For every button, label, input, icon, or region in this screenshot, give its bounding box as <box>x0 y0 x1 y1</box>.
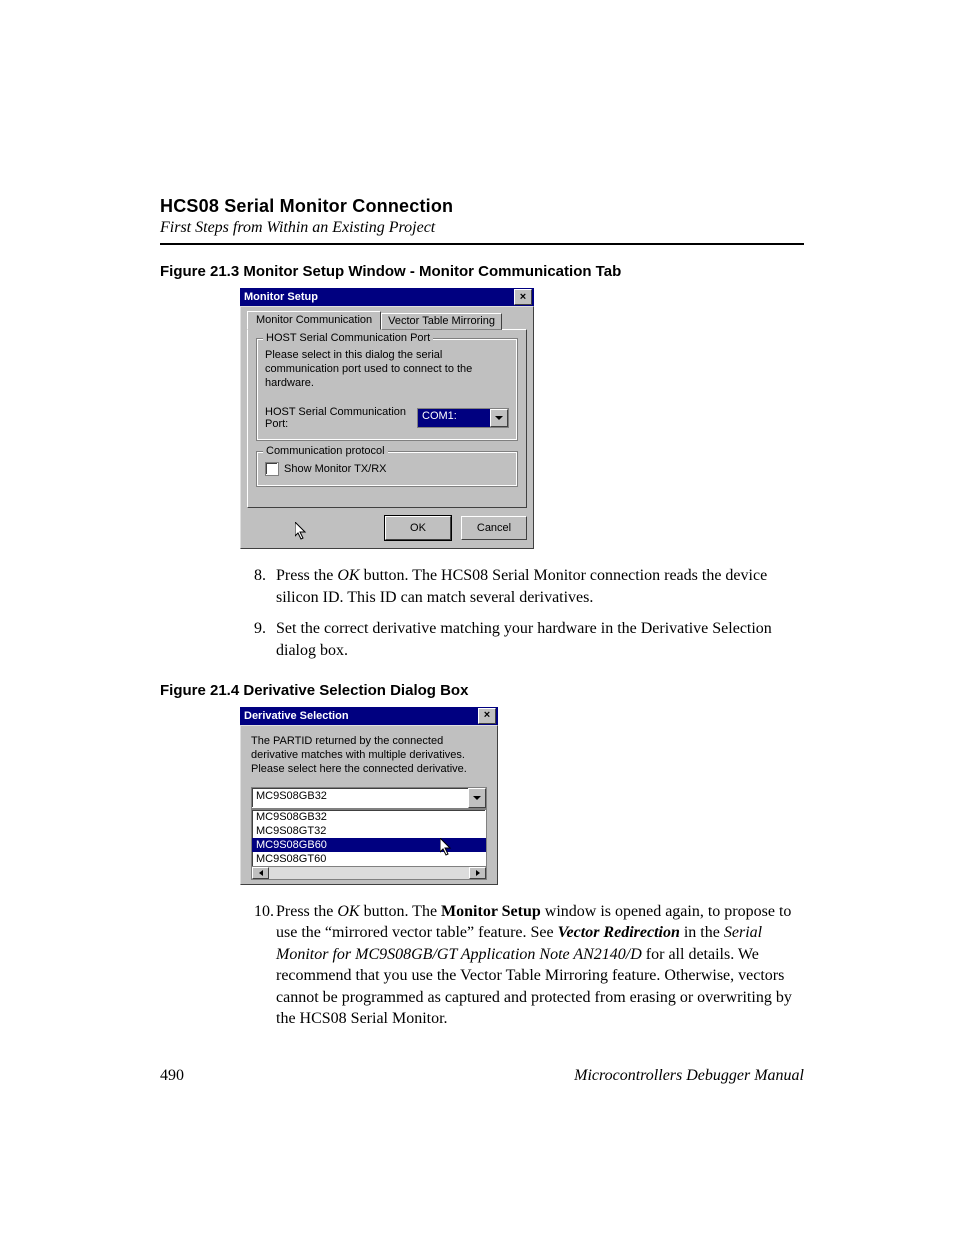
text-fragment: button. The <box>360 903 441 920</box>
tab-strip: Monitor Communication Vector Table Mirro… <box>247 311 527 330</box>
group-host-port: HOST Serial Communication Port Please se… <box>256 338 518 441</box>
dialog-titlebar: Derivative Selection × <box>240 707 498 725</box>
figure-21-3: Monitor Setup × Monitor Communication Ve… <box>240 288 804 549</box>
step-text: Press the OK button. The HCS08 Serial Mo… <box>276 565 804 608</box>
list-item: 10. Press the OK button. The Monitor Set… <box>254 901 804 1031</box>
group-communication-protocol: Communication protocol Show Monitor TX/R… <box>256 451 518 487</box>
document-page: HCS08 Serial Monitor Connection First St… <box>0 0 954 1235</box>
ok-button[interactable]: OK <box>385 516 451 540</box>
manual-title: Microcontrollers Debugger Manual <box>574 1067 804 1085</box>
tab-monitor-communication[interactable]: Monitor Communication <box>247 311 381 330</box>
page-footer: 490 Microcontrollers Debugger Manual <box>160 1067 804 1085</box>
list-item[interactable]: MC9S08GB32 <box>252 810 486 824</box>
derivative-selection-dialog: Derivative Selection × The PARTID return… <box>240 707 498 885</box>
host-port-combo[interactable]: COM1: <box>417 408 509 428</box>
derivative-help-text: The PARTID returned by the connected der… <box>251 734 487 777</box>
host-port-label: HOST Serial Communication Port: <box>265 406 417 430</box>
text-fragment: in the <box>680 924 724 941</box>
list-item[interactable]: MC9S08GT60 <box>252 852 486 866</box>
cancel-button[interactable]: Cancel <box>461 516 527 540</box>
close-icon[interactable]: × <box>478 708 496 724</box>
host-help-text: Please select in this dialog the serial … <box>265 349 509 390</box>
dialog-title: Monitor Setup <box>244 291 318 303</box>
list-item: 8. Press the OK button. The HCS08 Serial… <box>254 565 804 608</box>
list-item[interactable]: MC9S08GT32 <box>252 824 486 838</box>
derivative-combo[interactable]: MC9S08GB32 <box>251 787 487 809</box>
step-text: Press the OK button. The Monitor Setup w… <box>276 901 804 1031</box>
list-item[interactable]: MC9S08GB60 <box>252 838 486 852</box>
derivative-listbox[interactable]: MC9S08GB32 MC9S08GT32 MC9S08GB60 MC9S08G… <box>251 809 487 880</box>
tab-vector-table-mirroring[interactable]: Vector Table Mirroring <box>381 313 502 330</box>
host-port-value: COM1: <box>418 409 490 427</box>
text-fragment: Press the <box>276 567 337 584</box>
dialog-title: Derivative Selection <box>244 710 349 722</box>
text-fragment: Press the <box>276 903 337 920</box>
chevron-down-icon[interactable] <box>490 409 508 427</box>
cursor-icon <box>295 522 309 542</box>
text-fragment: Vector Redirection <box>558 924 680 941</box>
text-fragment: OK <box>337 903 359 920</box>
monitor-setup-dialog: Monitor Setup × Monitor Communication Ve… <box>240 288 534 549</box>
show-tx-rx-label: Show Monitor TX/RX <box>284 463 387 475</box>
step-number: 8. <box>254 565 276 608</box>
close-icon[interactable]: × <box>514 289 532 305</box>
chapter-subtitle: First Steps from Within an Existing Proj… <box>160 219 804 237</box>
step-number: 10. <box>254 901 276 1031</box>
scroll-right-icon[interactable] <box>469 867 486 879</box>
group-host-port-label: HOST Serial Communication Port <box>263 332 433 344</box>
list-item: 9. Set the correct derivative matching y… <box>254 618 804 661</box>
derivative-selected-value: MC9S08GB32 <box>252 788 468 808</box>
figure-21-4-caption: Figure 21.4 Derivative Selection Dialog … <box>160 682 804 699</box>
step-number: 9. <box>254 618 276 661</box>
show-tx-rx-checkbox[interactable] <box>265 462 279 476</box>
figure-21-3-caption: Figure 21.3 Monitor Setup Window - Monit… <box>160 263 804 280</box>
scroll-left-icon[interactable] <box>252 867 269 879</box>
chevron-down-icon[interactable] <box>468 788 486 808</box>
group-communication-protocol-label: Communication protocol <box>263 445 388 457</box>
scrollbar-horizontal[interactable] <box>252 866 486 879</box>
text-fragment: OK <box>337 567 359 584</box>
tab-pane: HOST Serial Communication Port Please se… <box>247 329 527 508</box>
dialog-titlebar: Monitor Setup × <box>240 288 534 306</box>
page-number: 490 <box>160 1067 184 1085</box>
chapter-title: HCS08 Serial Monitor Connection <box>160 196 804 217</box>
text-fragment: Monitor Setup <box>441 903 541 920</box>
header-rule <box>160 243 804 245</box>
figure-21-4: Derivative Selection × The PARTID return… <box>240 707 804 885</box>
step-text: Set the correct derivative matching your… <box>276 618 804 661</box>
